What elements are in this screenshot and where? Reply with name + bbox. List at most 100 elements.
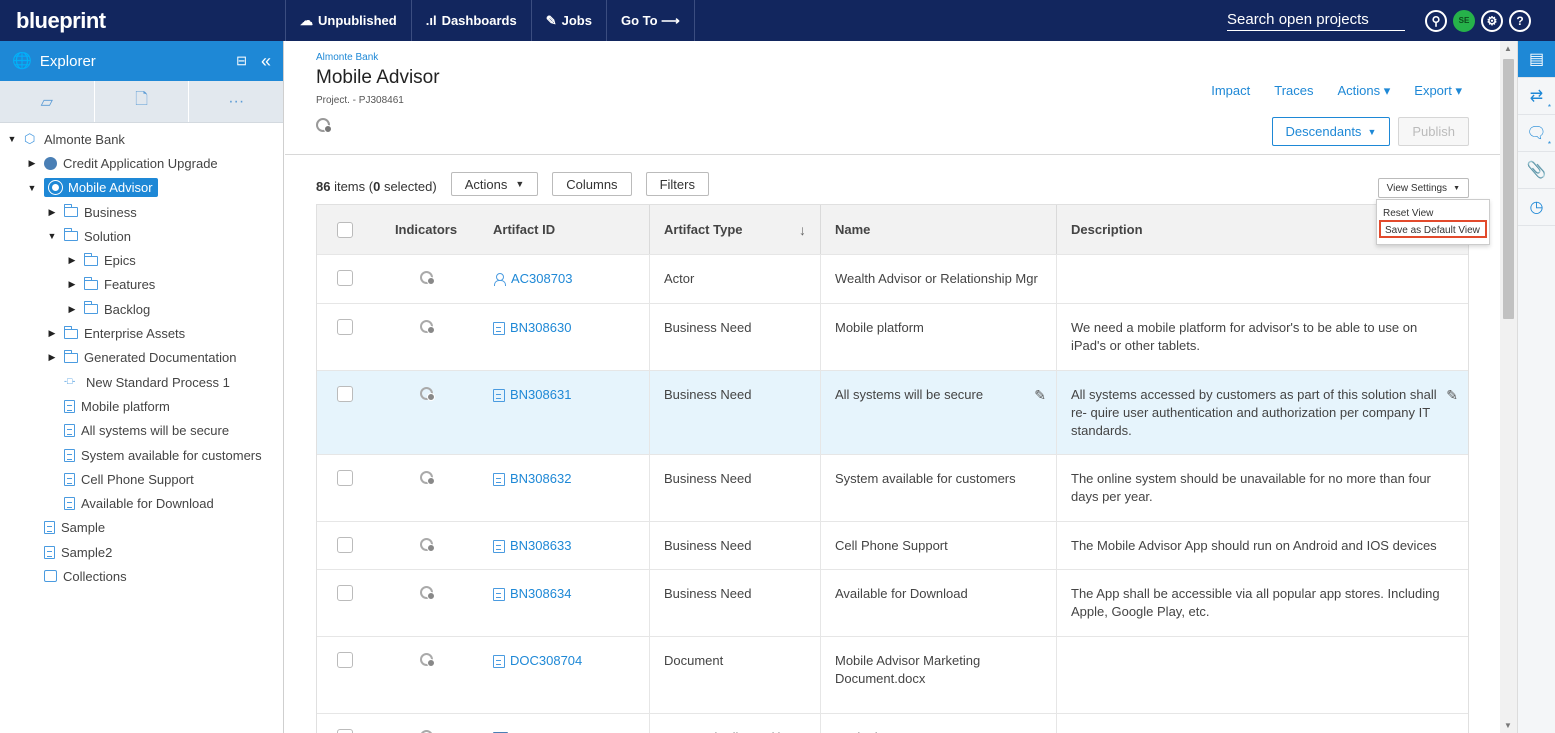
table-row[interactable]: AC308703 Actor Wealth Advisor or Relations… [317,255,1468,304]
table-row[interactable]: BN308631 Business Need All systems will be… [317,371,1468,455]
expand-panel-icon[interactable]: ⊟ [236,53,247,69]
table-row[interactable]: FT-AgilePack1_30866 Feature (Agile Pack) M… [317,714,1468,733]
artifact-id-link[interactable]: AC308703 [493,270,572,303]
scroll-thumb[interactable] [1503,59,1514,319]
tree-node[interactable]: Sample [0,516,283,540]
tree-node[interactable]: ▶ Generated Documentation [0,346,283,370]
sort-down-icon[interactable]: ↓ [799,221,806,239]
search-input[interactable]: Search open projects [1227,11,1405,31]
reset-view-item[interactable]: Reset View [1377,200,1489,219]
artifact-id-link[interactable]: BN308632 [493,470,571,521]
tree-node[interactable]: Mobile platform [0,394,283,418]
table-row[interactable]: BN308630 Business Need Mobile platform We n… [317,304,1468,371]
collapsed-arrow-icon[interactable]: ▶ [46,328,58,339]
tree-node[interactable]: ▶ Backlog [0,297,283,321]
col-indicators[interactable]: Indicators [373,205,479,254]
table-row[interactable]: BN308632 Business Need System available fo… [317,455,1468,522]
help-icon[interactable]: ? [1509,9,1531,32]
tree-node[interactable]: Available for Download [0,491,283,515]
tree-node[interactable]: -□- New Standard Process 1 [0,370,283,394]
nav-unpublished[interactable]: ☁ Unpublished [285,0,412,41]
tab-documents[interactable]: 🗋 [95,81,190,122]
tree-node[interactable]: ▼ Mobile Advisor [0,176,283,200]
row-checkbox[interactable] [337,585,353,601]
expanded-arrow-icon[interactable]: ▼ [6,134,18,144]
nav-jobs[interactable]: ✎ Jobs [532,0,607,41]
tree-node[interactable]: Sample2 [0,540,283,564]
row-checkbox[interactable] [337,386,353,402]
scroll-up-icon[interactable]: ▲ [1504,44,1512,53]
row-checkbox[interactable] [337,319,353,335]
header-link[interactable]: Export ▾ [1414,83,1462,99]
collapsed-arrow-icon[interactable]: ▶ [66,279,78,290]
tree-node[interactable]: Collections [0,564,283,588]
tree-node[interactable]: Cell Phone Support [0,467,283,491]
tree-node[interactable]: ▶ Enterprise Assets [0,321,283,345]
row-checkbox[interactable] [337,537,353,553]
tree-node[interactable]: ▶ Features [0,273,283,297]
artifact-type: Actor [650,255,821,303]
relationships-icon[interactable]: ⇄ * [1518,78,1555,115]
tree-node[interactable]: ▶ Credit Application Upgrade [0,151,283,175]
scroll-down-icon[interactable]: ▼ [1504,721,1512,730]
tree-node[interactable]: System available for customers [0,443,283,467]
tree-node[interactable]: ▶ Business [0,200,283,224]
col-name[interactable]: Name [821,205,1057,254]
artifact-id-link[interactable]: FT-AgilePack1_30866 [493,729,635,733]
nav-go[interactable]: Go To ⟶ [607,0,695,41]
breadcrumb[interactable]: Almonte Bank [316,41,1500,63]
collapsed-arrow-icon[interactable]: ▶ [46,352,58,363]
table-row[interactable]: BN308633 Business Need Cell Phone Support T… [317,522,1468,570]
tree-node[interactable]: All systems will be secure [0,419,283,443]
gear-icon[interactable]: ⚙ [1481,9,1503,32]
artifact-id-link[interactable]: BN308631 [493,386,571,454]
artifact-id-link[interactable]: BN308633 [493,537,571,569]
tab-more[interactable]: ··· [189,81,283,122]
tree-node[interactable]: ▶ Epics [0,248,283,272]
collapsed-arrow-icon[interactable]: ▶ [66,304,78,315]
publish-button[interactable]: Publish [1398,117,1469,146]
tree-node[interactable]: ▼ ⬡ Almonte Bank [0,127,283,151]
table-row[interactable]: DOC308704 Document Mobile Advisor Marketin… [317,637,1468,714]
select-all-checkbox[interactable] [337,221,353,238]
actions-button[interactable]: Actions ▼ [450,172,539,196]
expanded-arrow-icon[interactable]: ▼ [46,231,58,241]
discussions-icon[interactable]: 🗨 * [1518,115,1555,152]
search-icon[interactable]: ⚲ [1425,9,1447,32]
header-link[interactable]: Impact [1211,83,1250,99]
vertical-scrollbar[interactable]: ▲ ▼ [1500,41,1517,733]
avatar[interactable]: SE [1453,9,1475,32]
expanded-arrow-icon[interactable]: ▼ [26,183,38,193]
history-icon[interactable]: ◷ [1518,189,1555,226]
save-default-view-item[interactable]: Save as Default View [1379,220,1487,238]
collapsed-arrow-icon[interactable]: ▶ [66,255,78,266]
collapsed-arrow-icon[interactable]: ▶ [46,207,58,218]
edit-pencil-icon[interactable]: ✎ [1446,386,1458,404]
nav-dashboards[interactable]: .ıl Dashboards [412,0,532,41]
row-checkbox[interactable] [337,652,353,668]
row-checkbox[interactable] [337,270,353,286]
row-checkbox[interactable] [337,729,353,733]
artifact-id-link[interactable]: DOC308704 [493,652,582,713]
col-artifact-type[interactable]: Artifact Type ↓ [650,205,821,254]
app-logo[interactable]: blueprint [0,8,285,34]
filters-button[interactable]: Filters [645,172,709,196]
collapse-panel-icon[interactable]: « [261,51,271,72]
edit-pencil-icon[interactable]: ✎ [1034,386,1046,404]
header-link[interactable]: Traces [1274,83,1313,99]
artifact-id-link[interactable]: BN308634 [493,585,571,636]
properties-icon[interactable]: ▤ [1518,41,1555,78]
col-artifact-id[interactable]: Artifact ID [479,205,650,254]
attachments-icon[interactable]: 📎 [1518,152,1555,189]
header-link[interactable]: Actions ▾ [1338,83,1391,99]
row-checkbox[interactable] [337,470,353,486]
table-row[interactable]: BN308634 Business Need Available for Downl… [317,570,1468,637]
descendants-button[interactable]: Descendants ▼ [1271,117,1391,146]
tree-node[interactable]: ▼ Solution [0,224,283,248]
collapsed-arrow-icon[interactable]: ▶ [26,158,38,169]
artifact-id-link[interactable]: BN308630 [493,319,571,370]
tab-projects[interactable]: ▱ [0,81,95,122]
explorer-tabs: ▱ 🗋 ··· [0,81,283,123]
columns-button[interactable]: Columns [552,172,632,196]
view-settings-button[interactable]: View Settings ▼ [1377,178,1469,198]
